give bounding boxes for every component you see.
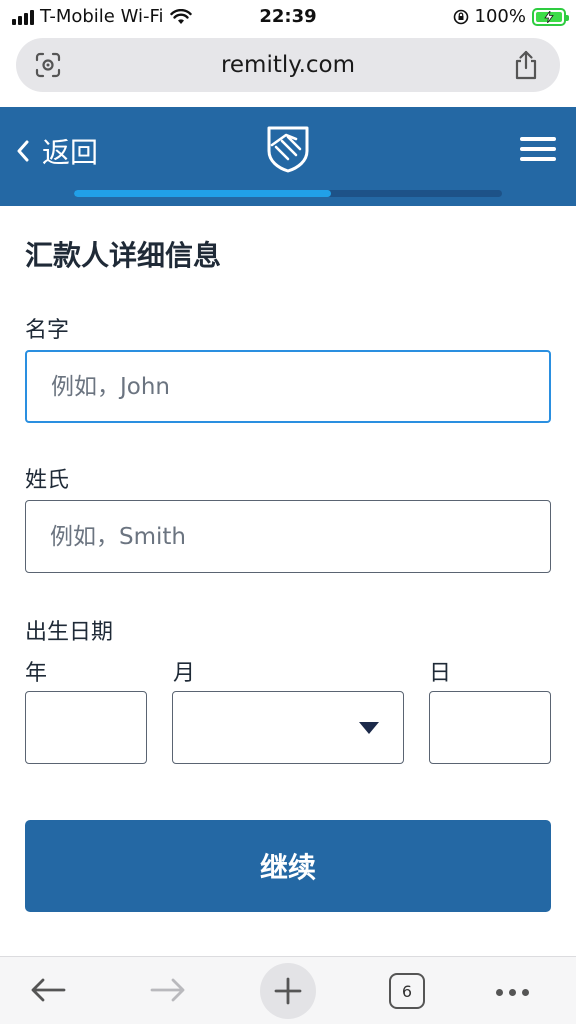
- dob-label: 出生日期: [25, 620, 114, 645]
- chevron-left-icon: [17, 140, 29, 162]
- battery-icon: [532, 7, 569, 26]
- url-text[interactable]: remitly.com: [221, 52, 355, 78]
- continue-button[interactable]: 继续: [25, 820, 551, 912]
- dob-day-label: 日: [429, 661, 452, 686]
- new-tab-button[interactable]: [260, 963, 316, 1019]
- plus-icon: [274, 977, 302, 1005]
- last-name-input[interactable]: [25, 500, 551, 573]
- arrow-left-icon[interactable]: [28, 975, 68, 1005]
- arrow-right-icon[interactable]: [148, 975, 188, 1005]
- share-icon[interactable]: [512, 50, 540, 80]
- last-name-label: 姓氏: [25, 468, 70, 493]
- dob-year-label: 年: [25, 661, 48, 686]
- dob-year-input[interactable]: [25, 691, 147, 764]
- app-header: 返回: [0, 107, 576, 206]
- address-bar[interactable]: remitly.com: [16, 38, 560, 92]
- tabs-button[interactable]: 6: [389, 973, 425, 1009]
- first-name-label: 名字: [25, 318, 70, 343]
- page-tools-icon[interactable]: [34, 51, 62, 79]
- first-name-input[interactable]: [25, 350, 551, 423]
- browser-toolbar: 6: [0, 956, 576, 1024]
- dropdown-arrow-icon: [359, 722, 379, 734]
- dob-day-input[interactable]: [429, 691, 551, 764]
- status-bar: T-Mobile Wi-Fi 22:39 100%: [0, 0, 576, 34]
- hamburger-menu-icon[interactable]: [520, 137, 556, 165]
- dob-month-label: 月: [173, 661, 196, 686]
- progress-bar: [74, 190, 502, 197]
- more-options-icon[interactable]: [496, 989, 529, 996]
- progress-fill: [74, 190, 331, 197]
- battery-percent: 100%: [474, 6, 526, 27]
- remitly-logo-icon: [267, 126, 309, 173]
- orientation-lock-icon: [453, 9, 468, 24]
- back-label: 返回: [42, 136, 99, 169]
- back-button[interactable]: 返回: [16, 131, 98, 171]
- status-right: 100%: [453, 6, 569, 27]
- page-title: 汇款人详细信息: [25, 239, 222, 272]
- dob-month-select[interactable]: [172, 691, 404, 764]
